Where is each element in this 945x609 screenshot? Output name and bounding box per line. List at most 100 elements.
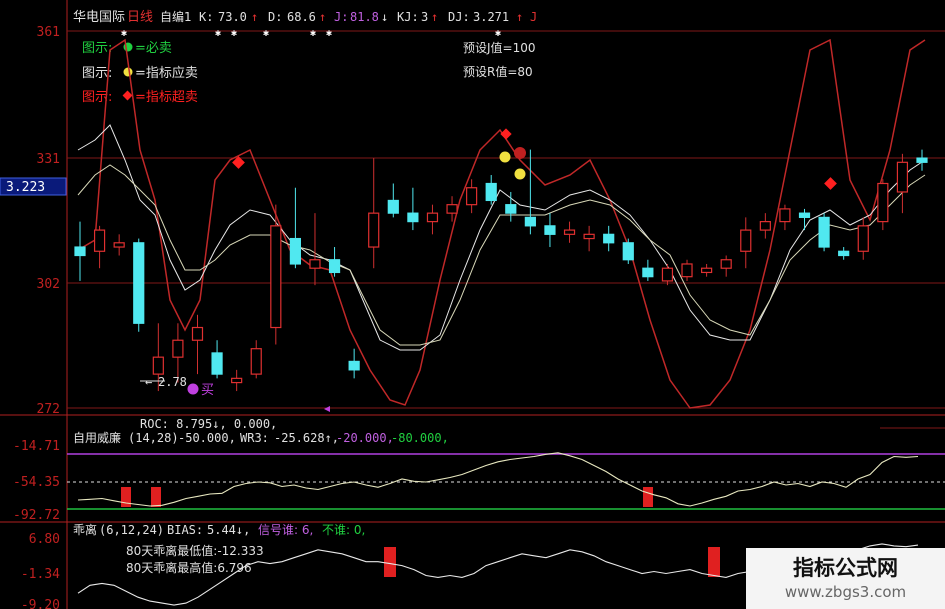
roc-readout: ROC: 8.795↓, 0.000, xyxy=(140,417,277,431)
scroll-marker-icon[interactable] xyxy=(324,406,330,412)
buy-dot-icon xyxy=(187,383,199,395)
signal-bar xyxy=(121,487,131,507)
bias-not: 不谁: 0, xyxy=(322,523,365,537)
red-dot-icon xyxy=(514,147,526,159)
preset-j: 预设J值=100 xyxy=(463,40,536,55)
candle-body xyxy=(563,229,576,235)
signal-bar xyxy=(643,487,653,507)
candle-body xyxy=(877,182,889,223)
candle-body xyxy=(387,199,399,214)
williams-name: 自用威廉 xyxy=(73,430,121,445)
bias-params: (6,12,24) xyxy=(99,523,164,537)
candle-body xyxy=(407,212,419,223)
preset-r: 预设R值=80 xyxy=(463,64,533,79)
candle-body xyxy=(328,259,341,274)
williams-tick-label: -54.35 xyxy=(13,475,60,490)
bias-signal: 信号谁: 6, xyxy=(258,523,313,537)
bias-name: 乖离 xyxy=(73,522,97,537)
watermark-title: 指标公式网 xyxy=(793,556,898,580)
period-label: 日线 xyxy=(127,10,153,25)
legend-text: =指标应卖 xyxy=(135,65,198,81)
bias-value: 5.44↓, xyxy=(207,523,250,537)
candle-body xyxy=(446,204,458,214)
signal-dot: ✱ xyxy=(215,28,221,39)
dj-value: 3.271 xyxy=(473,10,509,24)
candle-body xyxy=(818,216,830,248)
candle-body xyxy=(211,352,223,375)
williams-tick-label: -14.71 xyxy=(13,439,60,454)
bias-max-label: 80天乖离最高值:6.796 xyxy=(126,560,252,575)
signal-dot: ✱ xyxy=(121,28,127,39)
d-label: D: xyxy=(268,10,282,24)
candle-body xyxy=(93,229,106,252)
dj-arrow: ↑ xyxy=(516,10,523,24)
candle-body xyxy=(113,242,125,248)
williams-v3: -20.000, xyxy=(336,431,394,445)
wr3-label: WR3: xyxy=(240,431,269,445)
signal-dot: ✱ xyxy=(495,28,501,39)
candle-body xyxy=(505,204,517,214)
wr3-value: -25.628↑, xyxy=(274,431,339,445)
candle-body xyxy=(779,208,791,223)
candle-body xyxy=(583,233,595,240)
formula-name: 自编1 xyxy=(160,9,192,24)
red-diamond-icon xyxy=(122,90,133,101)
chart-canvas[interactable]: 361 331 302 272 3.223 华电国际 日线 自编1 K: 73.… xyxy=(0,0,945,609)
candle-body xyxy=(368,212,380,248)
candle-body xyxy=(270,225,282,329)
low-price-label: 2.78 xyxy=(158,375,187,389)
header-bar: 华电国际 日线 自编1 K: 73.0 ↑ D: 68.6 ↑ J: 81.8 … xyxy=(73,9,537,25)
legend-text: =必卖 xyxy=(135,41,172,56)
candle-body xyxy=(289,237,301,265)
candle-body xyxy=(309,259,321,269)
candle-body xyxy=(798,212,811,218)
candle-body xyxy=(426,212,439,223)
dj-label: DJ: xyxy=(448,10,470,24)
kj-arrow: ↑ xyxy=(431,10,438,24)
legend-text: =指标超卖 xyxy=(135,90,198,105)
legend-prefix: 图示: xyxy=(82,90,112,105)
k-value: 73.0 xyxy=(218,10,247,24)
signal-bar xyxy=(708,547,720,577)
k-label: K: xyxy=(199,10,213,24)
candle-body xyxy=(172,339,184,358)
candle-body xyxy=(466,187,478,206)
candle-body xyxy=(485,182,497,202)
trailing-label: J xyxy=(530,10,537,24)
candle-body xyxy=(348,360,360,371)
price-tick-label: 302 xyxy=(37,277,60,292)
buy-label: 买 xyxy=(201,383,214,398)
kj-value: 3 xyxy=(421,10,428,24)
candle-body xyxy=(152,356,164,375)
candle-body xyxy=(759,221,771,231)
signal-dot: ✱ xyxy=(263,28,269,39)
price-tick-label: 331 xyxy=(37,152,60,167)
williams-v1: -50.000, xyxy=(178,431,236,445)
low-annotation-arrow: ← xyxy=(145,375,152,389)
yellow-dot-icon xyxy=(514,168,526,180)
candle-body xyxy=(896,161,909,193)
candle-body xyxy=(622,242,634,261)
candle-body xyxy=(838,250,850,257)
candle-body xyxy=(857,225,869,252)
price-tick-label: 272 xyxy=(37,402,60,417)
candle-body xyxy=(74,246,86,257)
bias-tick-label: -9.20 xyxy=(21,598,60,609)
d-value: 68.6 xyxy=(287,10,316,24)
j-label: J: xyxy=(334,10,348,24)
price-tick-label: 361 xyxy=(37,25,60,40)
candle-body xyxy=(250,348,262,375)
bias-min-label: 80天乖离最低值:-12.333 xyxy=(126,543,264,558)
williams-params: (14,28) xyxy=(128,431,179,445)
signal-bar xyxy=(384,547,396,577)
bias-label: BIAS: xyxy=(167,523,203,537)
signal-dots-row: ✱ ✱ ✱ ✱ ✱ ✱ ✱ xyxy=(121,28,501,39)
candlestick-series xyxy=(74,149,928,392)
williams-series xyxy=(77,452,919,507)
signal-bar xyxy=(151,487,161,507)
k-arrow: ↑ xyxy=(251,10,258,24)
current-price-label: 3.223 xyxy=(6,180,45,195)
j-value: 81.8 xyxy=(350,10,379,24)
williams-line xyxy=(77,452,919,507)
candle-body xyxy=(524,216,536,227)
